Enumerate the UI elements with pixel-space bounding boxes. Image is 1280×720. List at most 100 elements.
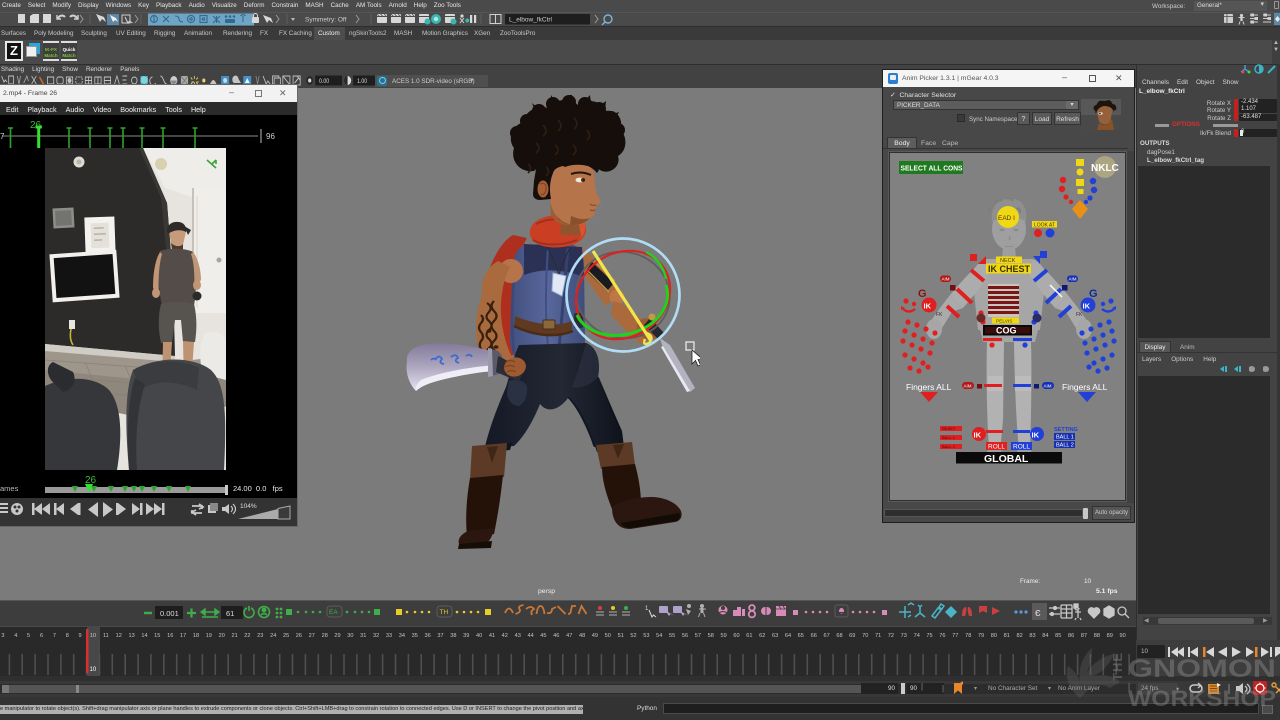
svg-text:77: 77	[952, 633, 958, 639]
svg-text:89: 89	[1107, 633, 1113, 639]
svg-text:9: 9	[79, 633, 82, 639]
svg-text:EA: EA	[329, 609, 338, 616]
svg-text:1: 1	[645, 606, 649, 612]
svg-text:72: 72	[888, 633, 894, 639]
svg-text:71: 71	[875, 633, 881, 639]
svg-text:96: 96	[266, 132, 275, 141]
svg-text:є: є	[1035, 607, 1041, 619]
svg-text:ROLL: ROLL	[1013, 444, 1030, 451]
svg-text:BALL 1: BALL 1	[1056, 435, 1074, 441]
svg-text:48: 48	[579, 633, 585, 639]
svg-text:IK CHEST: IK CHEST	[988, 264, 1031, 274]
svg-text:AIM: AIM	[1044, 384, 1052, 389]
svg-text:54: 54	[656, 633, 662, 639]
svg-text:30: 30	[347, 633, 353, 639]
svg-text:THE: THE	[1110, 652, 1125, 681]
svg-text:GNOMON: GNOMON	[1128, 655, 1276, 683]
svg-text:39: 39	[463, 633, 469, 639]
svg-text:ames: ames	[0, 484, 19, 493]
svg-text:87: 87	[1081, 633, 1087, 639]
svg-text:58: 58	[708, 633, 714, 639]
svg-text:13: 13	[128, 633, 134, 639]
svg-text:Symmetry: Off: Symmetry: Off	[305, 17, 347, 24]
svg-text:31: 31	[360, 633, 366, 639]
svg-text:BALL 2: BALL 2	[942, 444, 956, 449]
svg-text:74: 74	[914, 633, 920, 639]
svg-text:AIM: AIM	[942, 277, 950, 282]
svg-text:RESET: RESET	[942, 426, 956, 431]
svg-text:LOOK AT: LOOK AT	[1034, 223, 1055, 229]
svg-text:FK: FK	[1076, 312, 1083, 318]
svg-text:BALL 1: BALL 1	[942, 435, 956, 440]
svg-text:88: 88	[1094, 633, 1100, 639]
svg-text:50: 50	[605, 633, 611, 639]
svg-text:GLOBAL: GLOBAL	[984, 453, 1029, 465]
svg-text:38: 38	[450, 633, 456, 639]
svg-text:41: 41	[489, 633, 495, 639]
svg-text:L_elbow_fkCtrl: L_elbow_fkCtrl	[509, 17, 553, 24]
svg-text:65: 65	[798, 633, 804, 639]
svg-text:19: 19	[206, 633, 212, 639]
svg-text:SELECT ALL CONS: SELECT ALL CONS	[901, 164, 963, 173]
svg-text:IK: IK	[1083, 302, 1091, 311]
svg-text:6: 6	[40, 633, 43, 639]
svg-text:G: G	[918, 288, 927, 300]
svg-text:79: 79	[978, 633, 984, 639]
svg-text:86: 86	[1068, 633, 1074, 639]
svg-text:47: 47	[566, 633, 572, 639]
svg-text:53: 53	[643, 633, 649, 639]
svg-text:32: 32	[373, 633, 379, 639]
svg-text:75: 75	[926, 633, 932, 639]
svg-text:57: 57	[695, 633, 701, 639]
svg-text:51: 51	[618, 633, 624, 639]
svg-text:35: 35	[412, 633, 418, 639]
svg-text:TH: TH	[440, 609, 449, 616]
svg-text:62: 62	[759, 633, 765, 639]
svg-text:83: 83	[1029, 633, 1035, 639]
svg-text:IK: IK	[924, 302, 932, 311]
svg-text:34: 34	[399, 633, 405, 639]
svg-text:90: 90	[1119, 633, 1125, 639]
svg-text:11: 11	[103, 633, 109, 639]
svg-text:FK: FK	[936, 312, 943, 318]
svg-text:49: 49	[592, 633, 598, 639]
svg-text:4: 4	[14, 633, 17, 639]
svg-text:40: 40	[476, 633, 482, 639]
svg-text:0.001: 0.001	[160, 609, 179, 618]
svg-text:PELVIS: PELVIS	[996, 319, 1012, 325]
svg-text:15: 15	[154, 633, 160, 639]
svg-text:80: 80	[991, 633, 997, 639]
svg-text:0.00: 0.00	[319, 79, 330, 86]
svg-text:63: 63	[772, 633, 778, 639]
svg-text:28: 28	[322, 633, 328, 639]
svg-text:7: 7	[53, 633, 56, 639]
svg-text:8: 8	[66, 633, 69, 639]
svg-text:21: 21	[231, 633, 237, 639]
svg-text:EAD I: EAD I	[998, 215, 1015, 222]
svg-text:23: 23	[257, 633, 263, 639]
svg-text:14: 14	[141, 633, 147, 639]
svg-text:20: 20	[219, 633, 225, 639]
svg-text:56: 56	[682, 633, 688, 639]
svg-text:18: 18	[193, 633, 199, 639]
svg-text:ROLL: ROLL	[988, 444, 1005, 451]
svg-text:Fingers ALL: Fingers ALL	[1062, 382, 1108, 392]
svg-text:17: 17	[180, 633, 186, 639]
svg-text:24.00 0.0 fps: 24.00 0.0 fps	[233, 484, 283, 493]
svg-text:WORKSHOP: WORKSHOP	[1128, 686, 1276, 711]
svg-text:60: 60	[733, 633, 739, 639]
svg-text:37: 37	[437, 633, 443, 639]
svg-text:42: 42	[502, 633, 508, 639]
svg-text:43: 43	[515, 633, 521, 639]
svg-text:59: 59	[720, 633, 726, 639]
svg-text:16: 16	[167, 633, 173, 639]
svg-text:70: 70	[862, 633, 868, 639]
svg-text:10: 10	[90, 667, 97, 673]
svg-text:3: 3	[1, 633, 4, 639]
svg-text:AIM: AIM	[1069, 277, 1077, 282]
svg-text:24: 24	[270, 633, 276, 639]
svg-text:52: 52	[630, 633, 636, 639]
svg-text:COG: COG	[996, 326, 1017, 336]
svg-text:25: 25	[283, 633, 289, 639]
svg-text:61: 61	[226, 609, 234, 618]
